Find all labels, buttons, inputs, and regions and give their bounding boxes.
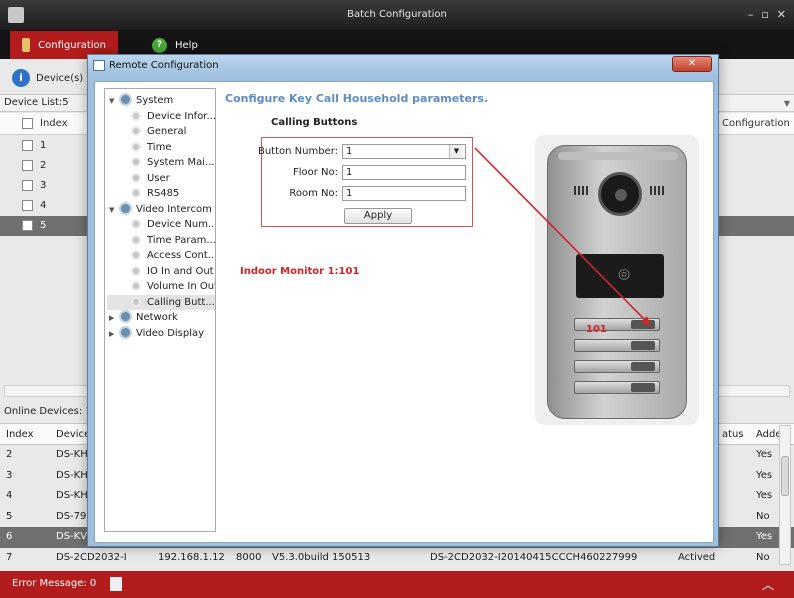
tab-configuration-label: Configuration <box>38 39 106 51</box>
select-all-checkbox[interactable] <box>22 118 33 129</box>
cell-index: 3 <box>6 469 13 481</box>
table-row[interactable]: 1 <box>0 136 90 156</box>
error-message: Error Message: 0 <box>12 578 97 589</box>
table-row[interactable]: 7 DS-2CD2032-I 192.168.1.12 8000 V5.3.0b… <box>0 548 794 569</box>
dialog-content: ▼ System Device Infor... General Time Sys… <box>94 81 714 543</box>
app-title: Batch Configuration <box>347 9 447 20</box>
minimize-icon[interactable]: – <box>748 8 754 21</box>
cell-device: DS-KH <box>56 490 88 501</box>
row-checkbox[interactable] <box>22 140 33 151</box>
status-bar: Error Message: 0 ︿ <box>0 571 794 598</box>
app-titlebar: Batch Configuration – ▫ ✕ <box>0 0 794 30</box>
annotation-arrow <box>474 147 652 327</box>
remote-configuration-dialog: Remote Configuration ✕ ▼ System Device In… <box>87 54 719 547</box>
cell-added: Yes <box>756 531 773 542</box>
help-icon: ? <box>152 37 167 53</box>
online-column-added[interactable]: Adde <box>756 429 782 440</box>
row-index: 4 <box>40 200 47 211</box>
cell-added: Yes <box>756 490 773 501</box>
cell-version: V5.3.0build 150513 <box>272 551 371 563</box>
scrollbar-thumb[interactable] <box>781 456 789 496</box>
device-toolbar[interactable]: i Device(s) m <box>0 63 96 93</box>
cell-index: 7 <box>6 551 13 563</box>
online-column-device[interactable]: Device <box>56 429 90 440</box>
log-icon[interactable] <box>110 577 122 591</box>
device-table: 1 2 3 4 5 <box>0 136 794 236</box>
window-icon <box>93 60 105 71</box>
online-column-index[interactable]: Index <box>6 429 34 440</box>
info-icon: i <box>12 69 30 87</box>
cell-added: No <box>756 551 770 563</box>
column-index[interactable]: Index <box>40 118 68 129</box>
maximize-icon[interactable]: ▫ <box>761 8 768 21</box>
dialog-close-button[interactable]: ✕ <box>672 56 712 72</box>
row-index: 5 <box>40 220 47 231</box>
cell-device: DS-KV <box>56 531 88 542</box>
column-configuration[interactable]: Configuration <box>722 118 790 129</box>
cell-index: 6 <box>6 531 13 542</box>
table-row[interactable]: 3 <box>0 176 90 196</box>
cell-ip: 192.168.1.12 <box>158 551 225 563</box>
row-index: 2 <box>40 160 47 171</box>
cell-index: 4 <box>6 490 13 501</box>
vertical-scrollbar[interactable] <box>779 425 791 565</box>
tab-help-label: Help <box>175 39 198 51</box>
chevron-up-icon[interactable]: ︿ <box>762 576 774 593</box>
table-row[interactable]: 4 <box>0 196 90 216</box>
cell-serial: DS-2CD2032-I20140415CCCH460227999 <box>430 551 638 563</box>
close-icon[interactable]: ✕ <box>777 8 786 21</box>
cell-device: DS-KH <box>56 469 88 481</box>
online-devices-label: Online Devices: 10 <box>4 406 99 417</box>
cell-index: 2 <box>6 449 13 460</box>
row-checkbox[interactable] <box>22 180 33 191</box>
cell-device: DS-2CD2032-I <box>56 551 127 563</box>
cell-added: No <box>756 510 770 522</box>
cell-added: Yes <box>756 469 773 481</box>
cell-status: Actived <box>678 551 716 563</box>
window-controls: – ▫ ✕ <box>748 8 786 21</box>
row-checkbox[interactable] <box>22 200 33 211</box>
cell-added: Yes <box>756 449 773 460</box>
row-checkbox[interactable] <box>22 220 33 231</box>
dialog-title: Remote Configuration <box>109 60 219 71</box>
online-column-status[interactable]: atus <box>722 429 744 440</box>
chevron-down-icon[interactable]: ▼ <box>784 99 790 108</box>
cell-port: 8000 <box>236 551 262 563</box>
cell-device: DS-KH <box>56 449 88 460</box>
row-checkbox[interactable] <box>22 160 33 171</box>
table-row[interactable]: 2 <box>0 156 90 176</box>
row-index: 1 <box>40 140 47 151</box>
configuration-icon <box>22 38 31 52</box>
dialog-titlebar[interactable]: Remote Configuration ✕ <box>88 55 718 77</box>
cell-index: 5 <box>6 510 13 522</box>
row-index: 3 <box>40 180 47 191</box>
